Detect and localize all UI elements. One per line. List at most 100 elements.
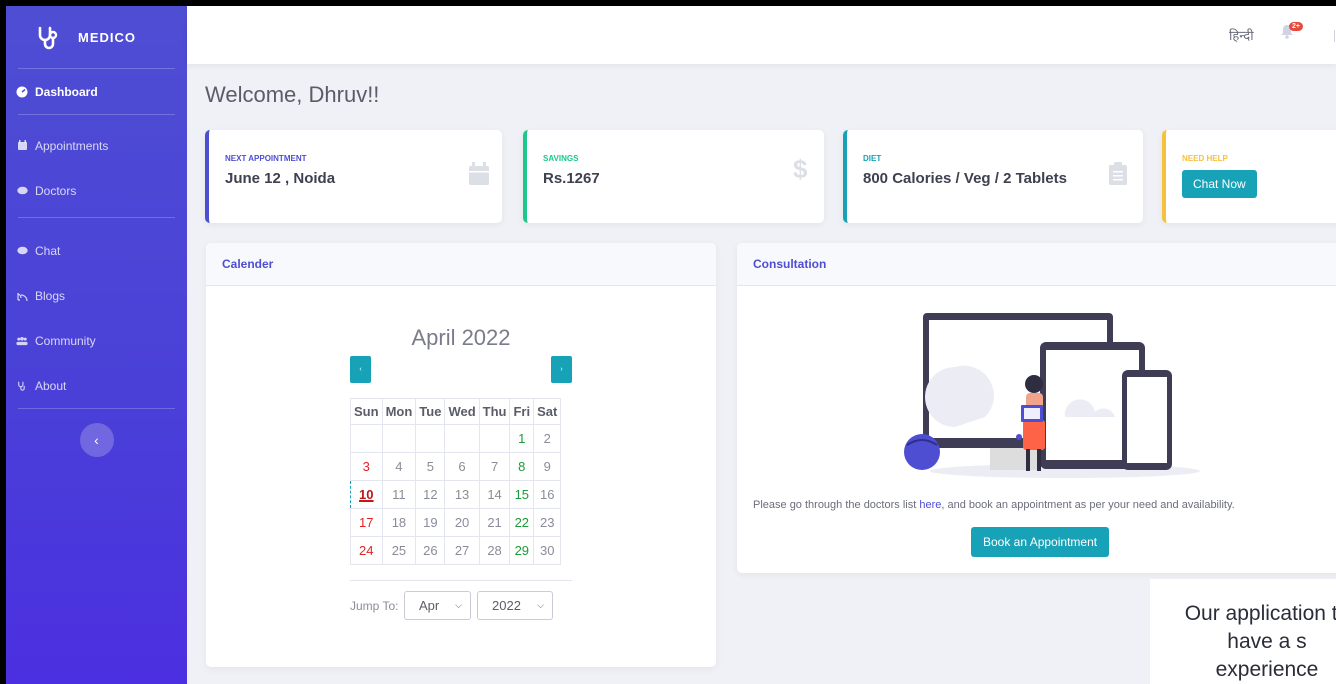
sidebar-item-appointments[interactable]: Appointments: [6, 123, 187, 168]
card-label: NEED HELP: [1182, 154, 1228, 163]
topbar: हिन्दी 2+: [187, 6, 1336, 64]
year-select[interactable]: 2022 ⌵: [477, 591, 553, 620]
card-value: 800 Calories / Veg / 2 Tablets: [863, 170, 1067, 187]
sidebar-item-label: About: [35, 378, 67, 393]
month-select[interactable]: Apr ⌵: [404, 591, 471, 620]
telemedicine-illustration: [904, 313, 1200, 478]
calendar-day[interactable]: 6: [444, 452, 480, 481]
card-next-appointment: NEXT APPOINTMENT June 12 , Noida: [205, 130, 502, 223]
chevron-left-icon: ‹: [94, 432, 99, 448]
calendar-day[interactable]: 17: [350, 508, 383, 537]
sidebar-toggle-button[interactable]: ‹: [79, 423, 114, 457]
calendar-day[interactable]: 2: [533, 424, 562, 453]
doctors-list-link[interactable]: here: [919, 499, 941, 511]
calendar-day[interactable]: 12: [415, 480, 446, 509]
sidebar-item-community[interactable]: Community: [6, 318, 187, 363]
comment-icon: [16, 245, 28, 257]
calendar-day[interactable]: 24: [350, 536, 383, 565]
users-icon: [16, 335, 28, 347]
consultation-panel-title: Consultation: [737, 243, 1336, 286]
app-frame: MEDICO Dashboard Appointments Doctors Ch…: [6, 6, 1336, 684]
calendar-day[interactable]: 22: [509, 508, 535, 537]
calendar-day[interactable]: 20: [444, 508, 480, 537]
calendar-day[interactable]: 26: [415, 536, 446, 565]
weekday-header: Wed: [444, 398, 480, 425]
dollar-icon: $: [793, 154, 808, 184]
sidebar-item-label: Appointments: [35, 138, 109, 153]
language-toggle[interactable]: हिन्दी: [1229, 26, 1254, 44]
calendar-day[interactable]: 10: [350, 480, 383, 509]
stethoscope-icon: [16, 380, 28, 392]
calendar-day[interactable]: 18: [381, 508, 417, 537]
card-value: June 12 , Noida: [225, 170, 336, 187]
calendar-day[interactable]: 1: [509, 424, 535, 453]
calendar-day[interactable]: 23: [533, 508, 562, 537]
consultation-panel: Consultation Please go through the docto…: [737, 243, 1336, 573]
calendar-icon: [16, 140, 28, 152]
calendar-week: 12: [350, 424, 562, 453]
calendar-day[interactable]: 9: [533, 452, 562, 481]
calendar-day[interactable]: 7: [478, 452, 511, 481]
calendar-next-button[interactable]: ›: [551, 356, 572, 383]
calendar-day[interactable]: 27: [444, 536, 480, 565]
calendar-day[interactable]: 28: [478, 536, 511, 565]
calendar-day[interactable]: 4: [381, 452, 417, 481]
card-label: SAVINGS: [543, 154, 579, 163]
calendar-empty-cell: [444, 424, 480, 453]
topbar-divider: [1334, 30, 1335, 42]
calendar-divider: [350, 580, 572, 581]
page-title: Welcome, Dhruv!!: [205, 82, 380, 107]
consultation-text-after: , and book an appointment as per your ne…: [941, 499, 1235, 511]
calendar-day[interactable]: 16: [533, 480, 562, 509]
sidebar-item-label: Chat: [35, 243, 61, 258]
calendar-day[interactable]: 29: [509, 536, 535, 565]
weekday-header: Fri: [509, 398, 535, 425]
calendar-day[interactable]: 30: [533, 536, 562, 565]
calendar-day[interactable]: 19: [415, 508, 446, 537]
calendar-week: 10 11 12 13 14 15 16: [350, 480, 562, 509]
book-appointment-button[interactable]: Book an Appointment: [971, 527, 1110, 557]
card-label: DIET: [863, 154, 882, 163]
calendar-panel-title: Calender: [206, 243, 716, 286]
calendar-day[interactable]: 5: [415, 452, 446, 481]
calendar-week: 24 25 26 27 28 29 30: [350, 536, 562, 565]
calendar-day[interactable]: 8: [509, 452, 535, 481]
sidebar-item-blogs[interactable]: Blogs: [6, 273, 187, 318]
calendar-day[interactable]: 15: [509, 480, 535, 509]
calendar-prev-button[interactable]: ‹: [350, 356, 371, 383]
consultation-text-before: Please go through the doctors list: [753, 499, 920, 511]
chat-now-button[interactable]: Chat Now: [1182, 170, 1257, 198]
sidebar-divider: [18, 408, 175, 409]
consultation-text: Please go through the doctors list here,…: [753, 499, 1235, 511]
weekday-header: Thu: [478, 398, 511, 425]
calendar-day[interactable]: 3: [350, 452, 383, 481]
brand[interactable]: MEDICO: [6, 6, 187, 68]
jump-to-label: Jump To:: [350, 599, 399, 613]
sidebar-item-chat[interactable]: Chat: [6, 228, 187, 273]
sidebar-item-doctors[interactable]: Doctors: [6, 168, 187, 213]
sidebar-item-label: Blogs: [35, 288, 66, 303]
calendar-month-title: April 2022: [411, 325, 511, 350]
sidebar: MEDICO Dashboard Appointments Doctors Ch…: [6, 6, 187, 684]
calendar-week: 17 18 19 20 21 22 23: [350, 508, 562, 537]
weekday-header: Tue: [415, 398, 446, 425]
sidebar-item-about[interactable]: About: [6, 363, 187, 408]
calendar-day[interactable]: 21: [478, 508, 511, 537]
calendar-panel: Calender April 2022 ‹ › Sun Mon Tue Wed Thu F…: [206, 243, 716, 667]
card-label: NEXT APPOINTMENT: [225, 154, 307, 163]
dashboard-icon: [16, 86, 28, 98]
overlay-text: Our application to have a s experience: [1184, 602, 1336, 681]
chevron-right-icon: ›: [560, 366, 563, 373]
calendar-empty-cell: [478, 424, 511, 453]
clipboard-icon: [1109, 162, 1127, 185]
calendar-day[interactable]: 25: [381, 536, 417, 565]
blog-icon: [16, 290, 28, 302]
card-savings: SAVINGS Rs.1267 $: [523, 130, 824, 223]
sidebar-item-dashboard[interactable]: Dashboard: [6, 69, 187, 114]
calendar-day[interactable]: 14: [478, 480, 511, 509]
calendar-day[interactable]: 11: [381, 480, 417, 509]
calendar-empty-cell: [415, 424, 446, 453]
stethoscope-icon: [38, 26, 58, 50]
weekday-header: Sun: [350, 398, 383, 425]
calendar-day[interactable]: 13: [444, 480, 480, 509]
